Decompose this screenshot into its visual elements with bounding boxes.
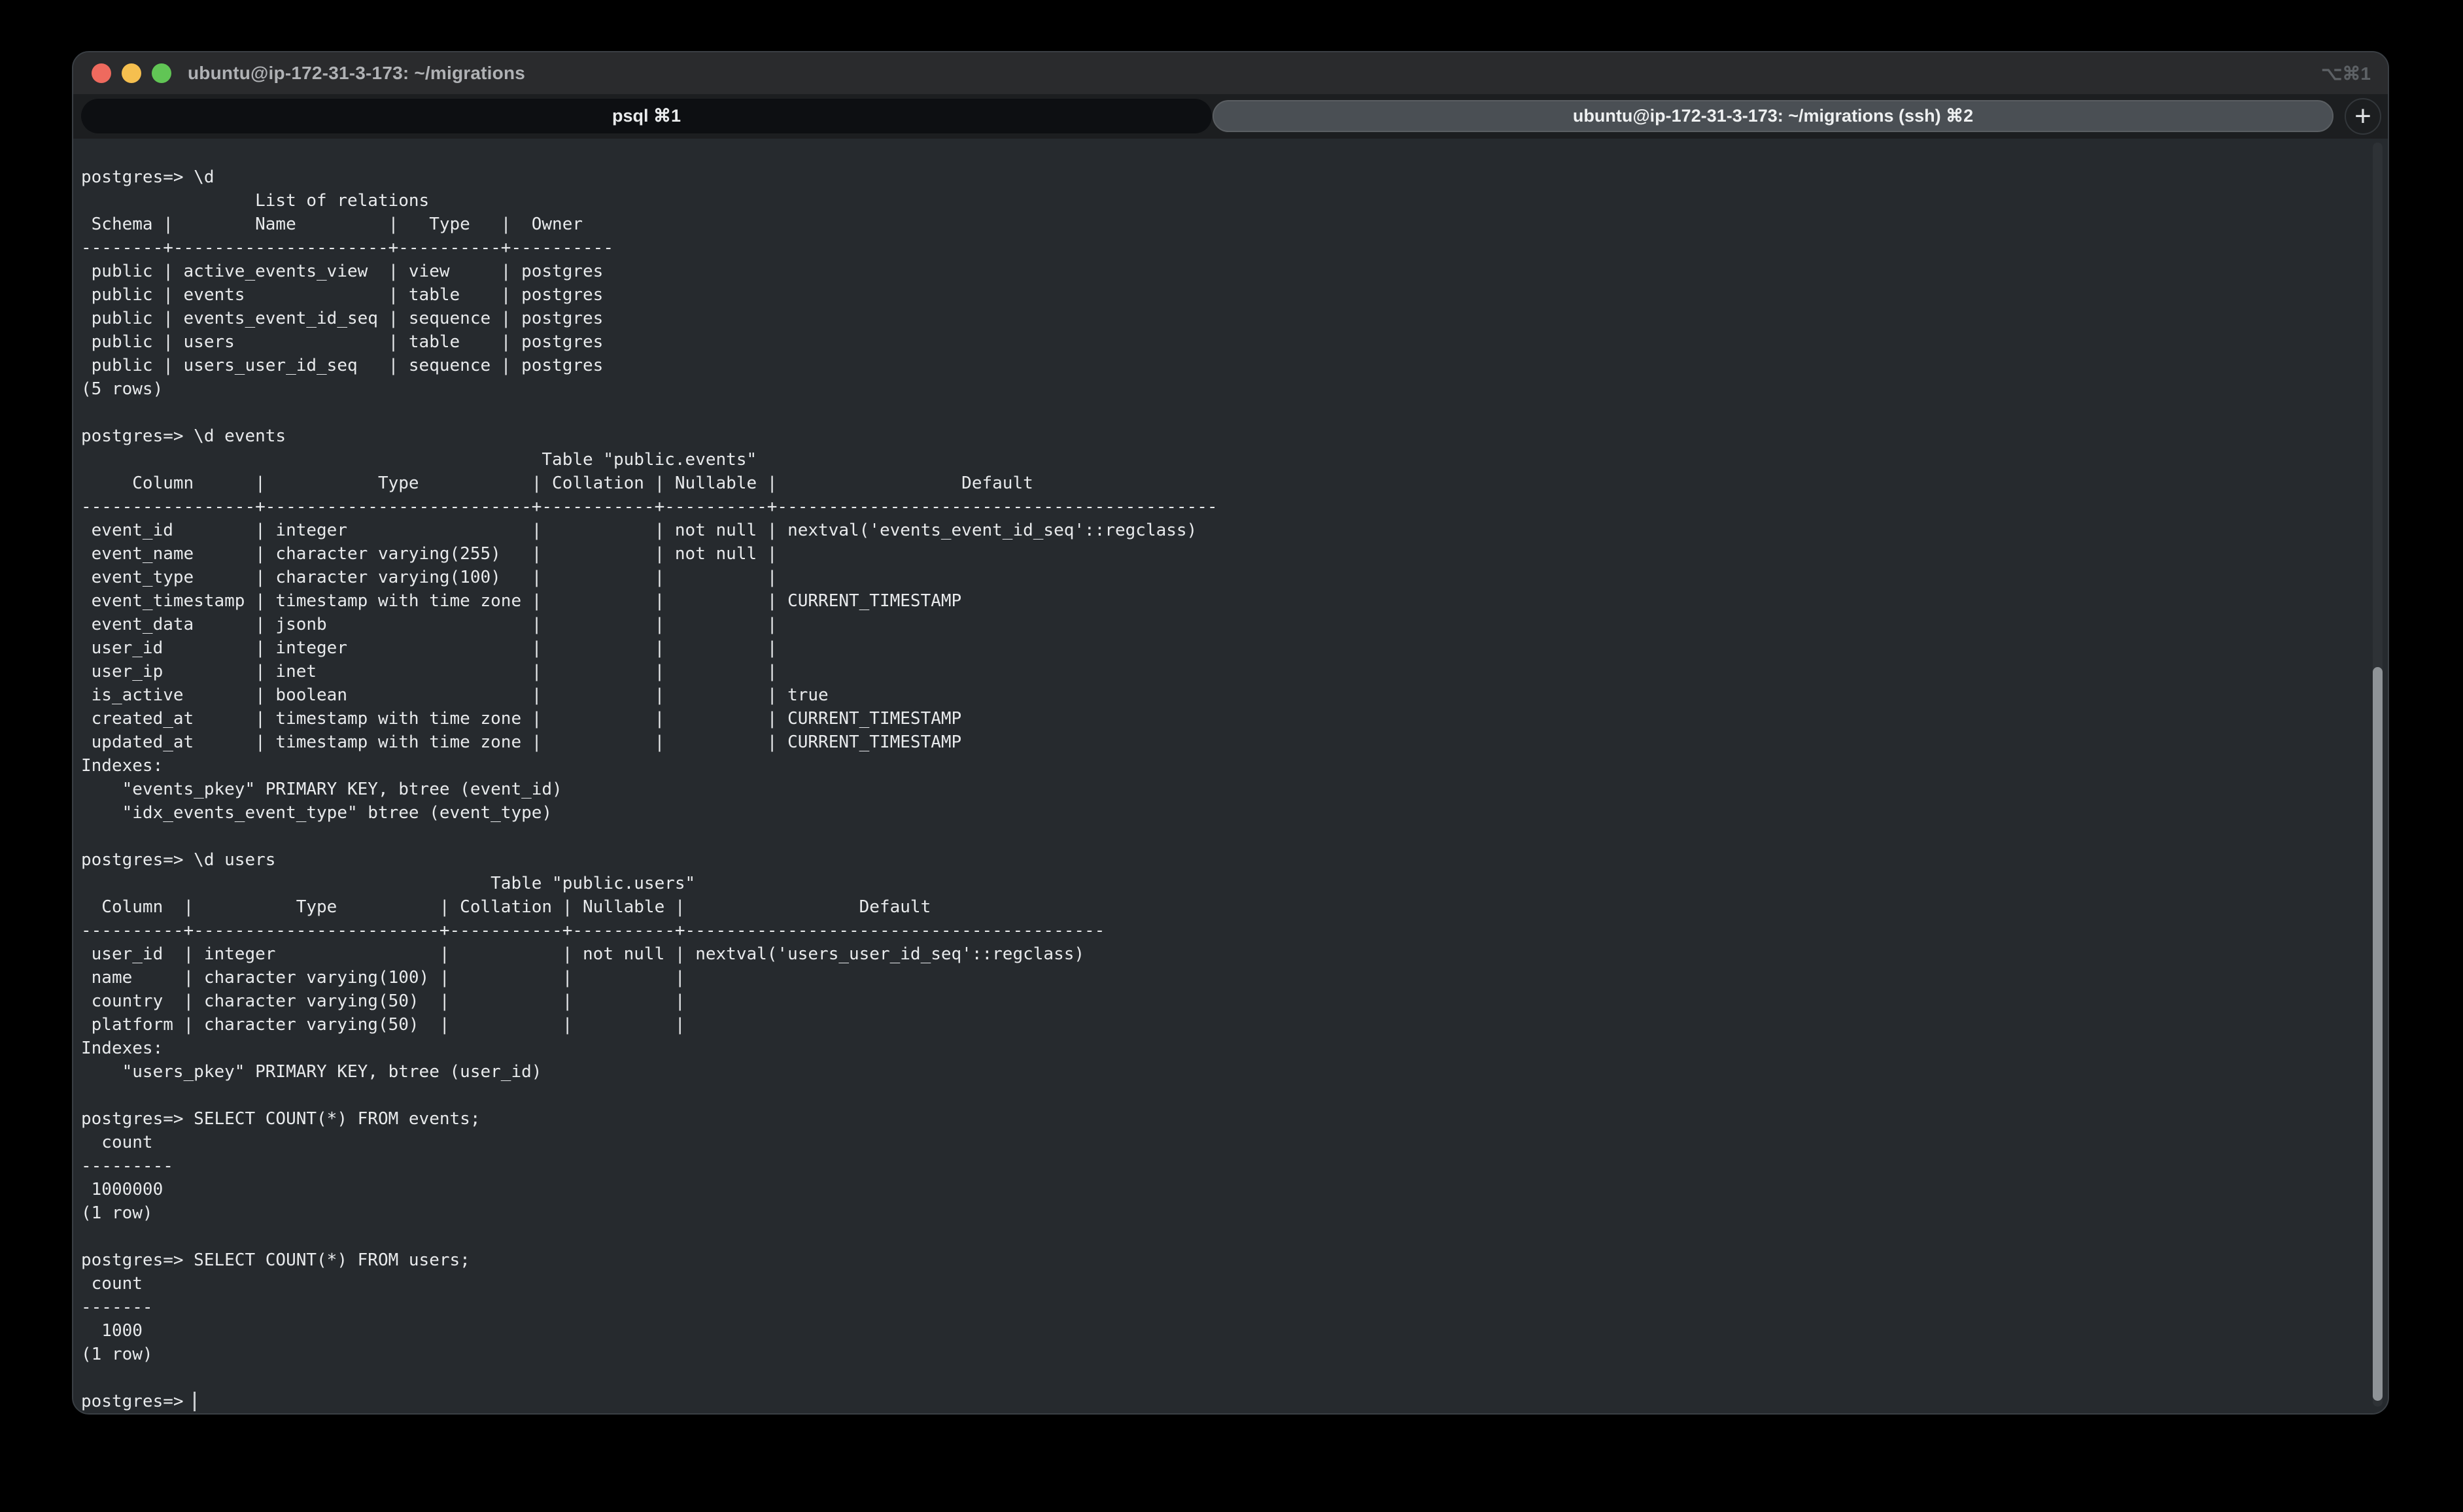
tab-ssh-migrations-label: ubuntu@ip-172-31-3-173: ~/migrations (ss… (1573, 106, 1973, 126)
traffic-lights (73, 63, 171, 83)
tab-ssh-migrations[interactable]: ubuntu@ip-172-31-3-173: ~/migrations (ss… (1213, 100, 2334, 132)
scrollbar-thumb[interactable] (2373, 667, 2383, 1401)
terminal-content[interactable]: postgres=> \d List of relations Schema |… (73, 139, 2388, 1415)
window-shortcut-hint: ⌥⌘1 (2321, 52, 2371, 94)
zoom-button[interactable] (152, 63, 171, 83)
terminal-window: ubuntu@ip-172-31-3-173: ~/migrations ⌥⌘1… (72, 51, 2389, 1415)
tab-psql[interactable]: psql ⌘1 (81, 99, 1212, 133)
text-cursor (194, 1392, 196, 1411)
plus-icon: + (2354, 101, 2371, 132)
new-tab-button[interactable]: + (2345, 98, 2381, 135)
window-title: ubuntu@ip-172-31-3-173: ~/migrations (188, 63, 525, 84)
minimize-button[interactable] (122, 63, 141, 83)
tab-bar: psql ⌘1 ubuntu@ip-172-31-3-173: ~/migrat… (73, 94, 2388, 139)
close-button[interactable] (92, 63, 111, 83)
tab-psql-label: psql ⌘1 (612, 106, 681, 126)
terminal-output: postgres=> \d List of relations Schema |… (73, 139, 2388, 1413)
title-bar[interactable]: ubuntu@ip-172-31-3-173: ~/migrations ⌥⌘1 (73, 52, 2388, 94)
